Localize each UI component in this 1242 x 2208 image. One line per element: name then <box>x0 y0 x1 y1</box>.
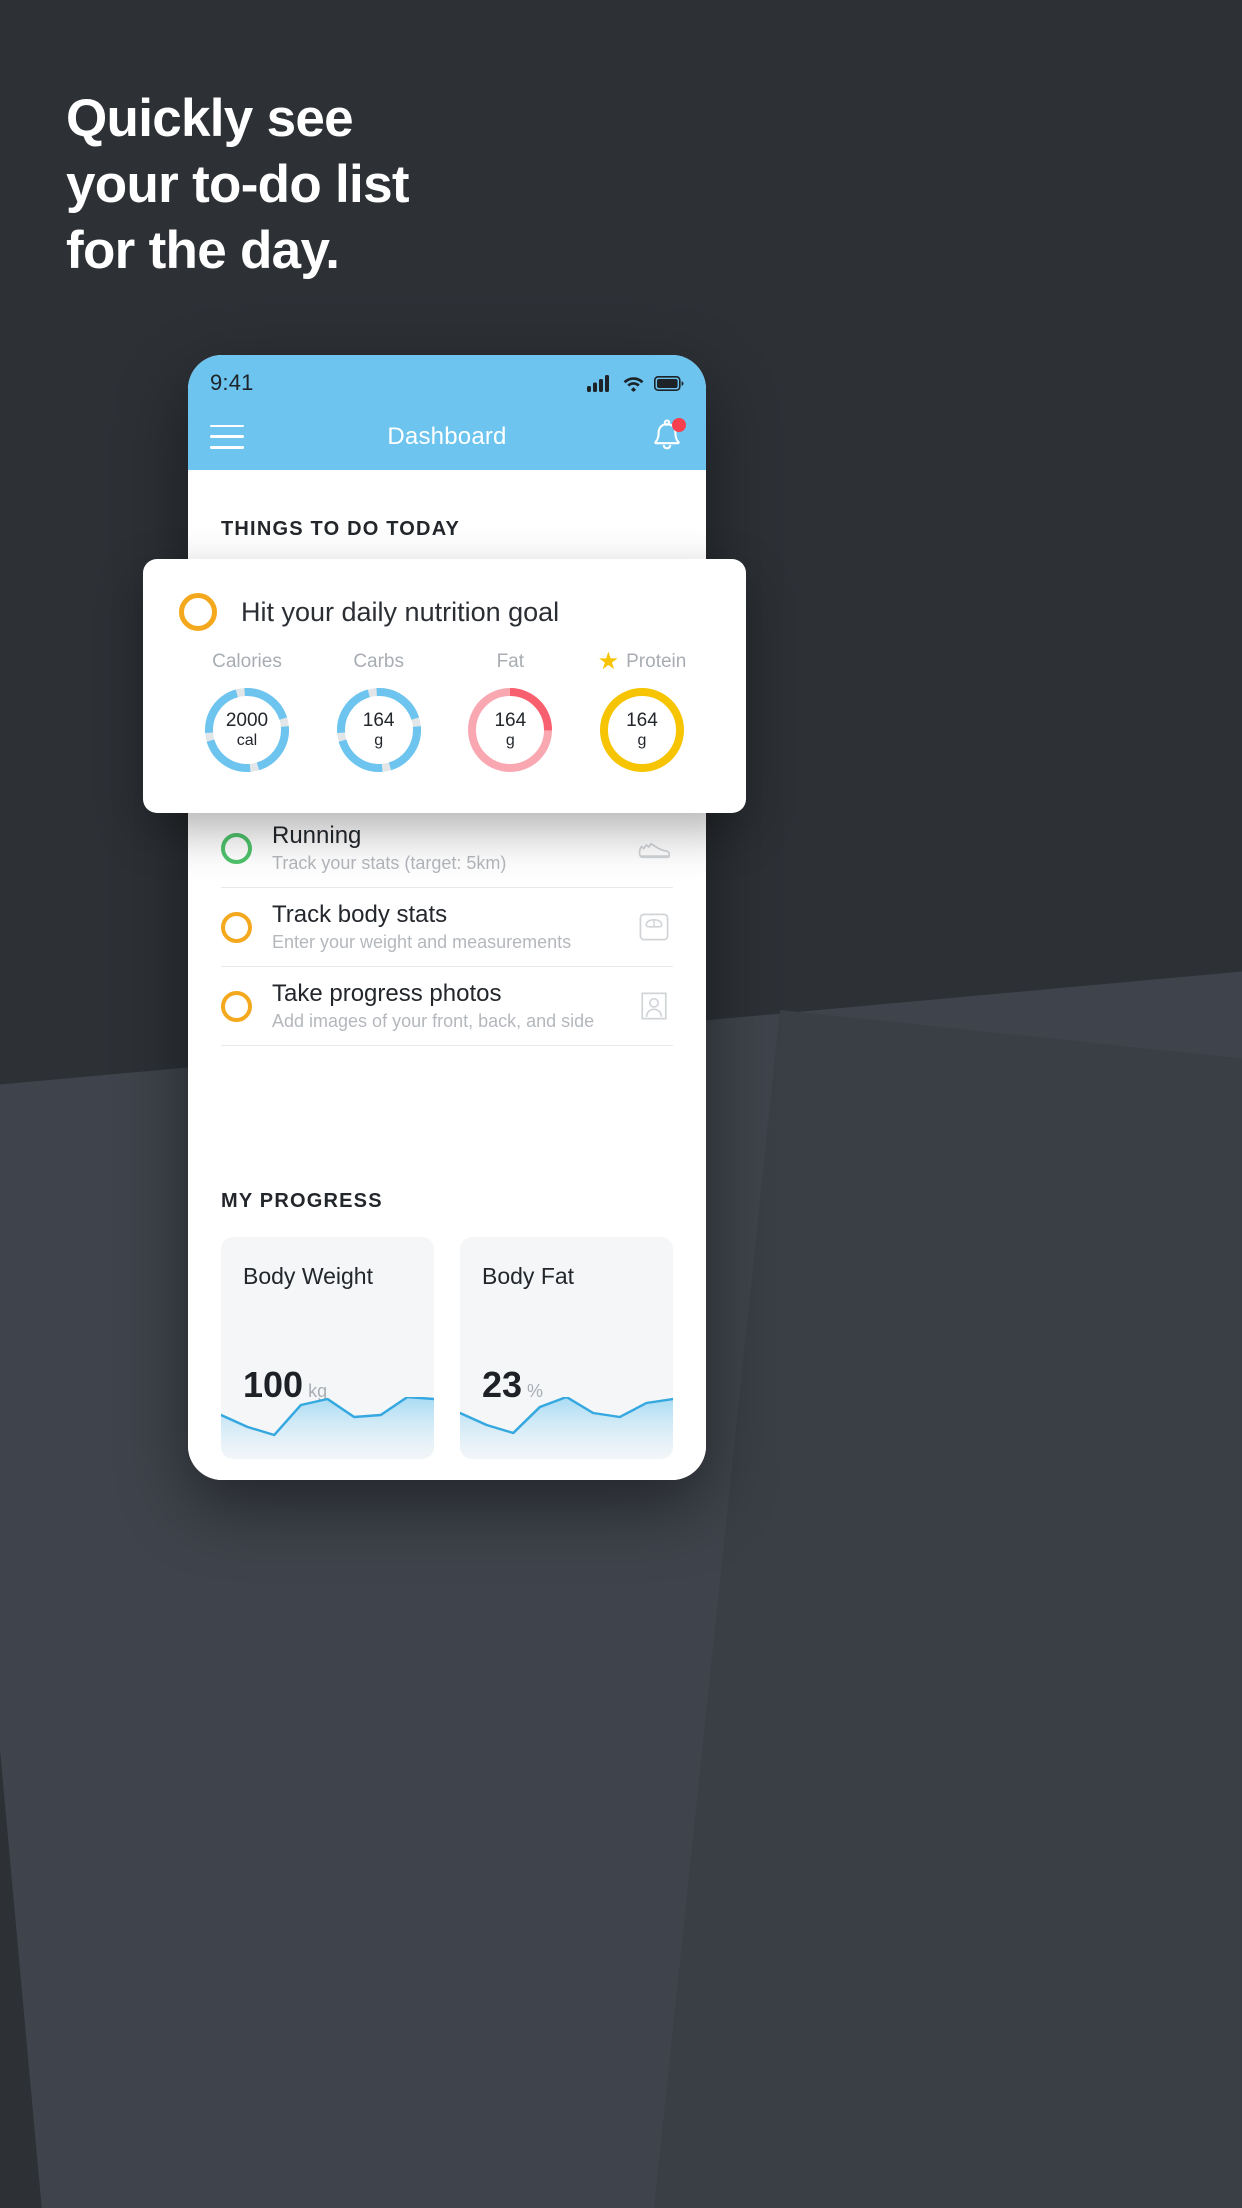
section-heading-todo: THINGS TO DO TODAY <box>221 518 461 540</box>
macro-value: 164 <box>626 710 658 732</box>
macro-value: 164 <box>362 710 395 732</box>
task-text: Track body stats Enter your weight and m… <box>272 900 635 952</box>
task-subtitle: Track your stats (target: 5km) <box>272 852 507 873</box>
page-title: Dashboard <box>387 422 507 450</box>
task-subtitle: Add images of your front, back, and side <box>272 1010 595 1031</box>
battery-full-icon <box>654 375 684 391</box>
stat-card-title: Body Fat <box>482 1263 575 1289</box>
macro-protein[interactable]: ★ Protein 164 g <box>580 649 704 776</box>
macro-unit: g <box>505 731 515 749</box>
promo-screenshot: Quickly see your to-do list for the day.… <box>0 0 1242 2208</box>
task-row[interactable]: Take progress photos Add images of your … <box>221 967 673 1046</box>
task-title: Running <box>272 821 362 849</box>
running-shoe-icon <box>638 842 671 859</box>
nutrition-card-title: Hit your daily nutrition goal <box>241 596 560 627</box>
macro-donut: 164 g <box>333 684 425 776</box>
macro-unit: cal <box>236 731 258 749</box>
notifications-button[interactable] <box>650 417 686 455</box>
task-text: Running Track your stats (target: 5km) <box>272 821 635 873</box>
task-subtitle: Enter your weight and measurements <box>272 931 572 952</box>
status-bar-icons <box>587 374 684 392</box>
stat-card-body-fat[interactable]: Body Fat 23% <box>460 1237 673 1459</box>
weight-scale-icon <box>639 913 669 941</box>
macro-label-wrap: Fat <box>448 649 572 675</box>
macro-unit: g <box>374 731 384 749</box>
macro-donut: 164 g <box>596 684 688 776</box>
macro-donut-text: 2000 cal <box>201 684 293 776</box>
task-text: Take progress photos Add images of your … <box>272 979 635 1031</box>
macro-donut: 164 g <box>464 684 556 776</box>
macro-label: Protein <box>626 651 687 672</box>
headline-line-1: Quickly see <box>66 89 354 148</box>
nutrition-card-header: Hit your daily nutrition goal <box>179 593 710 631</box>
macro-carbs[interactable]: Carbs 164 g <box>317 649 441 776</box>
macro-label: Carbs <box>353 651 404 672</box>
task-title: Track body stats <box>272 900 448 928</box>
macro-donut-text: 164 g <box>464 684 556 776</box>
headline-line-3: for the day. <box>66 221 340 280</box>
macro-donut-text: 164 g <box>596 684 688 776</box>
task-title: Take progress photos <box>272 979 502 1007</box>
section-heading-progress: MY PROGRESS <box>221 1190 383 1212</box>
macro-value: 2000 <box>225 710 269 732</box>
task-row[interactable]: Running Track your stats (target: 5km) <box>221 809 673 888</box>
macro-ring-row: Calories 2000 cal Carbs 164 g Fat 164 g … <box>179 649 710 776</box>
hamburger-menu-icon[interactable] <box>210 424 244 449</box>
macro-value: 164 <box>494 710 527 732</box>
notification-unread-badge <box>672 417 686 432</box>
stat-card-title: Body Weight <box>243 1263 373 1289</box>
progress-card-grid: Body Weight 100 kg Body Fat 23 % <box>221 1237 673 1459</box>
stat-card-body-weight[interactable]: Body Weight 100 kg <box>221 1237 434 1459</box>
body-weight-sparkline <box>221 1397 434 1459</box>
task-row[interactable]: Track body stats Enter your weight and m… <box>221 888 673 967</box>
headline-line-2: your to-do list <box>66 155 410 214</box>
macro-donut: 2000 cal <box>201 684 293 776</box>
wifi-icon <box>623 377 644 392</box>
macro-label-wrap: Calories <box>185 649 309 675</box>
nutrition-checkbox-ring[interactable] <box>179 593 217 631</box>
task-checkbox-ring[interactable] <box>221 832 252 864</box>
status-bar-time: 9:41 <box>210 370 254 395</box>
photo-person-icon <box>641 992 667 1020</box>
macro-donut-text: 164 g <box>333 684 425 776</box>
macro-label: Calories <box>212 651 282 672</box>
app-navbar: Dashboard <box>188 403 706 470</box>
promo-headline: Quickly see your to-do list for the day. <box>66 92 766 290</box>
nutrition-goal-card[interactable]: Hit your daily nutrition goal Calories 2… <box>143 559 746 813</box>
macro-fat[interactable]: Fat 164 g <box>448 649 572 776</box>
macro-label: Fat <box>496 651 525 672</box>
app-header: 9:41 Dashboard <box>188 355 706 470</box>
phone-mockup: 9:41 Dashboard THINGS TO DO TODAY Runnin… <box>188 355 706 1480</box>
cellular-signal-icon <box>587 375 609 392</box>
task-checkbox-ring[interactable] <box>221 911 252 943</box>
macro-label-wrap: Carbs <box>317 649 441 675</box>
task-checkbox-ring[interactable] <box>221 990 252 1022</box>
status-bar: 9:41 <box>188 355 706 403</box>
star-icon: ★ <box>597 648 620 675</box>
macro-label-wrap: ★ Protein <box>580 649 704 675</box>
macro-unit: g <box>637 731 647 749</box>
body-fat-sparkline <box>460 1397 673 1459</box>
macro-calories[interactable]: Calories 2000 cal <box>185 649 309 776</box>
